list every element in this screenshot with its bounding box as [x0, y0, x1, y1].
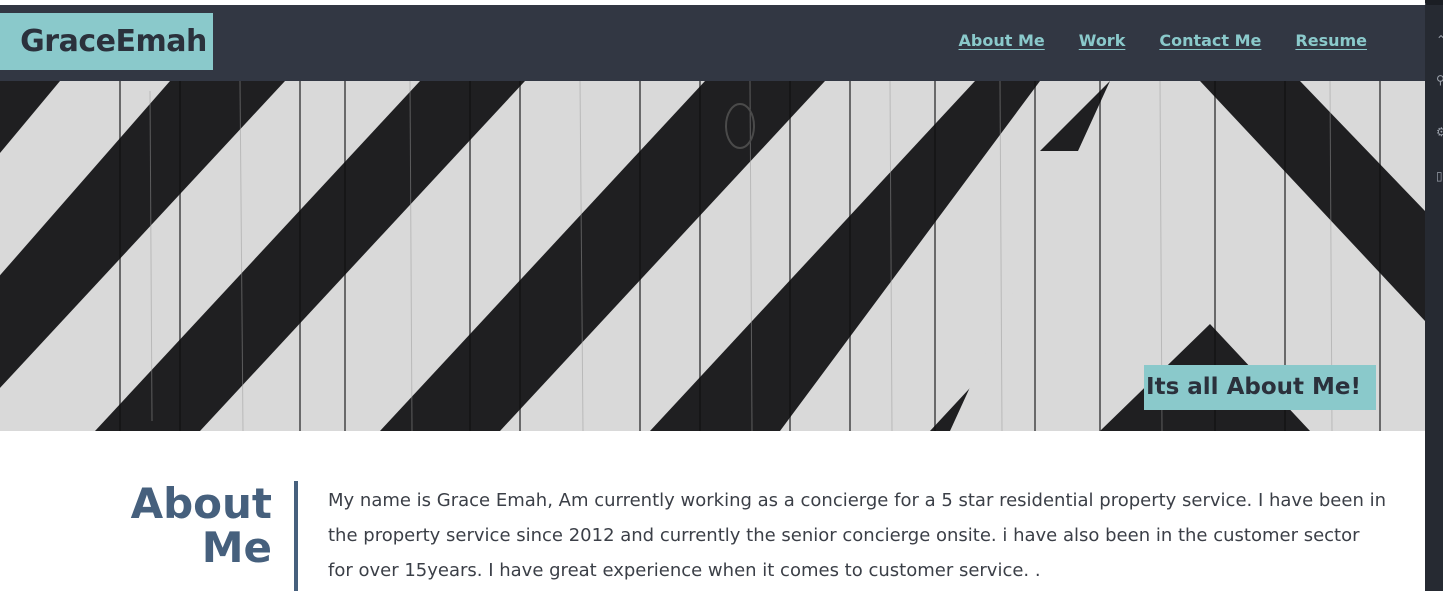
nav-link-about-me[interactable]: About Me [959, 31, 1045, 50]
chevron-up-icon[interactable]: ⌃ [1436, 34, 1443, 46]
main-nav: About Me Work Contact Me Resume [959, 31, 1367, 50]
about-heading-line1: About [130, 479, 272, 528]
brand-logo[interactable]: GraceEmah [0, 13, 213, 70]
about-paragraph: My name is Grace Emah, Am currently work… [328, 490, 1386, 581]
hero-tagline-badge: Its all About Me! [1144, 365, 1376, 410]
panel-icon[interactable]: ▯ [1436, 170, 1443, 182]
link-icon[interactable]: ⚲ [1436, 74, 1443, 86]
gear-icon[interactable]: ⚙ [1436, 126, 1443, 138]
site-header: GraceEmah About Me Work Contact Me Resum… [0, 5, 1425, 81]
nav-link-work[interactable]: Work [1079, 31, 1126, 50]
editor-side-gutter [1425, 5, 1443, 591]
nav-link-contact-me[interactable]: Contact Me [1159, 31, 1261, 50]
page: GraceEmah About Me Work Contact Me Resum… [0, 0, 1425, 591]
about-heading: About Me [131, 482, 272, 570]
about-divider [294, 481, 298, 591]
nav-link-resume[interactable]: Resume [1295, 31, 1367, 50]
about-heading-line2: Me [201, 523, 272, 572]
